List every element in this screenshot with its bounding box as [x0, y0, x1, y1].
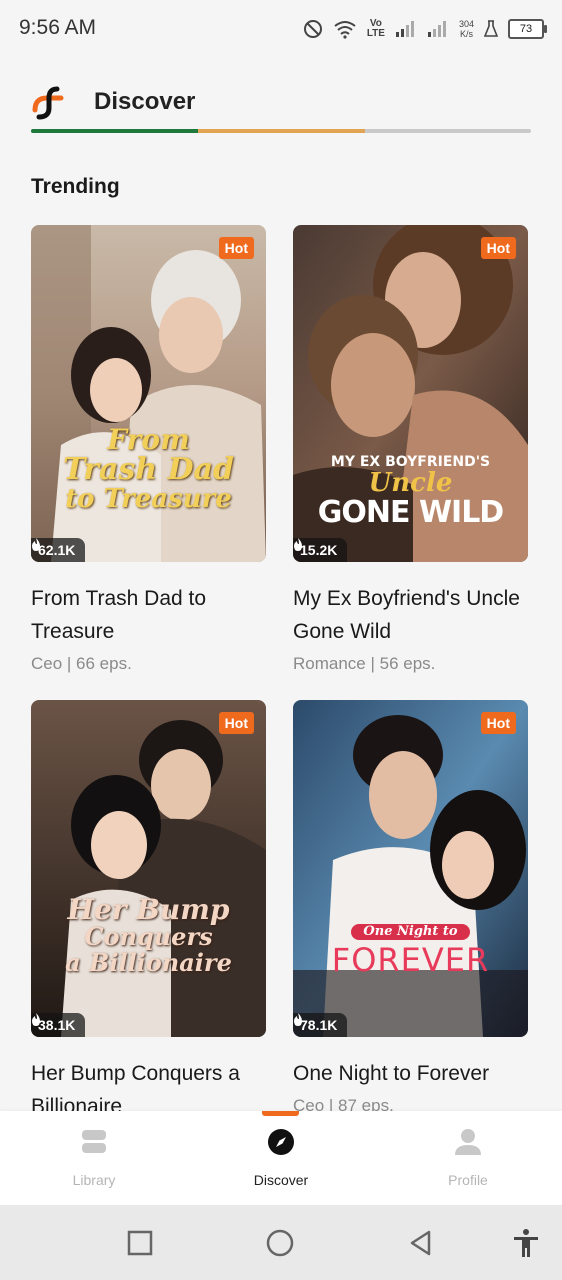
drama-card[interactable]: One Night to FOREVER Hot 78.1K One Night… — [293, 700, 529, 1116]
flame-icon — [32, 1013, 40, 1026]
net-speed: 304 K/s — [458, 19, 474, 39]
poster-art — [31, 700, 266, 1037]
status-icons: Vo LTE 304 K/s 73 — [303, 16, 547, 42]
library-icon — [82, 1130, 106, 1153]
header: Discover — [31, 80, 531, 136]
poster-title: One Night to FOREVER — [331, 924, 490, 979]
nav-item-discover[interactable]: Discover — [221, 1127, 341, 1188]
drama-title[interactable]: One Night to Forever — [293, 1057, 533, 1090]
home-icon[interactable] — [264, 1227, 296, 1259]
nav-label: Library — [72, 1172, 116, 1188]
app-logo-icon — [32, 86, 64, 120]
signal-icon-2 — [427, 21, 446, 37]
views-count: 62.1K — [38, 542, 76, 558]
drama-title[interactable]: My Ex Boyfriend's Uncle Gone Wild — [293, 582, 533, 648]
system-nav-bar — [0, 1205, 562, 1280]
progress-segment-2 — [197, 129, 365, 133]
tab-progress-bar — [31, 129, 531, 133]
progress-segment-1 — [31, 129, 198, 133]
back-icon[interactable] — [405, 1227, 437, 1259]
nav-label: Profile — [448, 1172, 488, 1188]
nav-item-profile[interactable]: Profile — [408, 1127, 528, 1188]
flask-icon — [484, 20, 498, 37]
accessibility-icon[interactable] — [510, 1227, 542, 1259]
hot-badge: Hot — [480, 712, 516, 734]
views-badge: 15.2K — [293, 538, 348, 562]
active-tab-indicator — [262, 1111, 299, 1116]
poster-image[interactable]: One Night to FOREVER Hot 78.1K — [293, 700, 528, 1037]
poster-image[interactable]: From Trash Dad to Treasure Hot 62.1K — [31, 225, 266, 562]
views-count: 38.1K — [38, 1017, 76, 1033]
views-badge: 62.1K — [31, 538, 86, 562]
do-not-disturb-icon — [303, 20, 322, 38]
nav-label: Discover — [253, 1172, 309, 1188]
recents-icon[interactable] — [124, 1227, 156, 1259]
views-badge: 78.1K — [293, 1013, 348, 1037]
hot-badge: Hot — [218, 712, 254, 734]
drama-card[interactable]: MY EX BOYFRIEND'S Uncle GONE WILD Hot 15… — [293, 225, 529, 674]
status-bar: 9:56 AM Vo LTE 304 K/s 73 — [0, 0, 562, 58]
flame-icon — [294, 1013, 302, 1026]
flame-icon — [32, 538, 40, 551]
status-time: 9:56 AM — [19, 16, 97, 39]
poster-title: From Trash Dad to Treasure — [63, 423, 234, 514]
views-count: 78.1K — [300, 1017, 338, 1033]
profile-icon — [455, 1129, 481, 1155]
poster-title: Her Bump Conquers a Billionaire — [65, 893, 232, 977]
drama-card[interactable]: Her Bump Conquers a Billionaire Hot 38.1… — [31, 700, 267, 1129]
wifi-icon — [334, 21, 356, 39]
views-badge: 38.1K — [31, 1013, 86, 1037]
poster-image[interactable]: Her Bump Conquers a Billionaire Hot 38.1… — [31, 700, 266, 1037]
page-title: Discover — [94, 88, 196, 115]
hot-badge: Hot — [480, 237, 516, 259]
drama-card[interactable]: From Trash Dad to Treasure Hot 62.1K Fro… — [31, 225, 267, 674]
drama-meta: Ceo | 66 eps. — [31, 654, 132, 673]
volte-indicator: Vo LTE — [366, 18, 385, 39]
drama-meta: Romance | 56 eps. — [293, 654, 436, 673]
compass-icon — [268, 1129, 294, 1155]
hot-badge: Hot — [218, 237, 254, 259]
poster-art — [293, 700, 528, 1037]
bottom-nav: Library Discover Profile — [0, 1111, 562, 1205]
battery-icon: 73 — [508, 19, 547, 39]
poster-title: MY EX BOYFRIEND'S Uncle GONE WILD — [317, 454, 504, 530]
nav-item-library[interactable]: Library — [34, 1127, 154, 1188]
signal-icon — [395, 21, 414, 37]
section-title: Trending — [31, 175, 120, 198]
flame-icon — [294, 538, 302, 551]
views-count: 15.2K — [300, 542, 338, 558]
drama-title[interactable]: From Trash Dad to Treasure — [31, 582, 271, 648]
poster-image[interactable]: MY EX BOYFRIEND'S Uncle GONE WILD Hot 15… — [293, 225, 528, 562]
